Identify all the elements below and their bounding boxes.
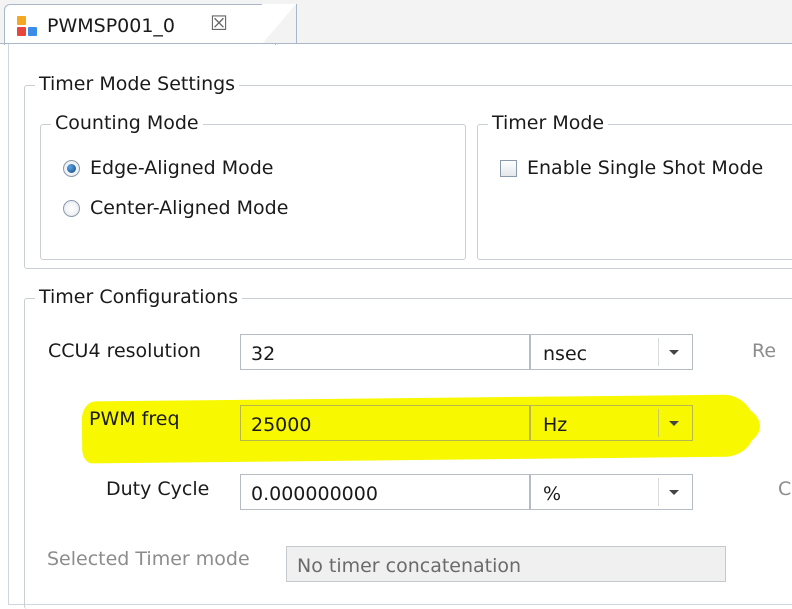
duty-cycle-unit-value: %: [543, 483, 562, 505]
chevron-down-icon[interactable]: [658, 409, 689, 437]
ccu4-resolution-label: CCU4 resolution: [48, 340, 201, 362]
duty-cycle-unit-select[interactable]: %: [530, 474, 693, 510]
center-aligned-option[interactable]: Center-Aligned Mode: [63, 195, 288, 221]
selected-timer-mode-label: Selected Timer mode: [47, 548, 250, 570]
duty-side-label: C: [778, 478, 792, 500]
edge-aligned-label: Edge-Aligned Mode: [90, 157, 274, 179]
counting-mode-group: Counting Mode Edge-Aligned Mode Center-A…: [40, 111, 466, 260]
timer-mode-group: Timer Mode Enable Single Shot Mode: [477, 111, 792, 260]
ccu4-resolution-input[interactable]: 32: [240, 334, 530, 370]
timer-mode-settings-legend: Timer Mode Settings: [35, 72, 240, 96]
duty-cycle-input[interactable]: 0.000000000: [240, 474, 530, 510]
counting-mode-legend: Counting Mode: [51, 111, 203, 135]
chevron-down-icon[interactable]: [658, 478, 689, 506]
pwm-freq-input[interactable]: 25000: [240, 405, 530, 441]
pwm-freq-unit-value: Hz: [543, 414, 568, 436]
selected-timer-mode-field: No timer concatenation: [286, 546, 726, 582]
tab-title: PWMSP001_0: [47, 15, 176, 37]
center-aligned-radio[interactable]: [63, 199, 80, 217]
single-shot-option[interactable]: Enable Single Shot Mode: [500, 155, 763, 181]
close-icon[interactable]: ☒: [210, 11, 228, 35]
timer-mode-legend: Timer Mode: [488, 111, 609, 135]
timer-mode-settings-group: Timer Mode Settings Counting Mode Edge-A…: [24, 72, 792, 269]
single-shot-label: Enable Single Shot Mode: [527, 157, 764, 179]
duty-cycle-label: Duty Cycle: [106, 478, 210, 500]
tab-pwmsp001[interactable]: PWMSP001_0 ☒: [4, 4, 276, 45]
timer-configurations-legend: Timer Configurations: [35, 285, 243, 309]
ccu4-resolution-unit-value: nsec: [543, 343, 588, 365]
resolution-side-label: Re: [752, 340, 777, 362]
pwm-freq-unit-select[interactable]: Hz: [530, 405, 693, 441]
ccu4-resolution-unit-select[interactable]: nsec: [530, 334, 693, 370]
chevron-down-icon[interactable]: [658, 338, 689, 366]
edge-aligned-option[interactable]: Edge-Aligned Mode: [63, 155, 273, 181]
editor-tab-bar: PWMSP001_0 ☒: [0, 0, 792, 45]
single-shot-checkbox[interactable]: [500, 159, 517, 177]
edge-aligned-radio[interactable]: [63, 159, 80, 177]
center-aligned-label: Center-Aligned Mode: [90, 197, 289, 219]
component-icon: [17, 16, 39, 38]
tab-edge: [262, 4, 297, 44]
pwm-freq-label: PWM freq: [89, 408, 180, 430]
